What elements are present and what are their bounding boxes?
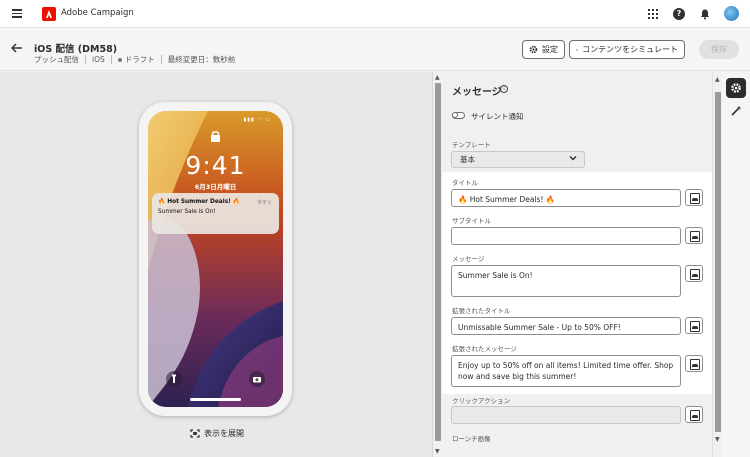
personalization-icon[interactable] <box>685 189 703 206</box>
title-label: タイトル <box>452 179 478 187</box>
delivery-channel: iOS <box>92 55 105 64</box>
last-modified: 最終変更日：数秒前 <box>167 55 236 64</box>
extended-message-field[interactable]: Enjoy up to 50% off on all items! Limite… <box>451 355 681 387</box>
personalization-icon[interactable] <box>685 227 703 244</box>
extended-title-field[interactable]: Unmissable Summer Sale - Up to 50% OFF! <box>451 317 681 335</box>
preview-pane: ▮▮▮ ◠ ▭ 9:41 6月3日月曜日 🔥 Hot Summer Deals!… <box>0 72 432 457</box>
status-dot <box>117 58 122 62</box>
page-header: iOS 配信 (DM58) プッシュ配信 iOS ドラフト 最終変更日：数秒前 … <box>0 28 750 71</box>
lock-time: 9:41 <box>185 151 246 180</box>
panel-scrollbar[interactable]: ▲ ▼ <box>712 72 722 457</box>
magic-wand-icon[interactable] <box>726 101 746 121</box>
scroll-up-icon[interactable]: ▲ <box>435 74 440 81</box>
save-button[interactable]: 保存 <box>699 40 739 59</box>
settings-gear-icon[interactable] <box>726 78 746 98</box>
extended-title-label: 拡張されたタイトル <box>452 307 511 315</box>
preview-scrollbar[interactable]: ▲ ▼ <box>432 72 442 457</box>
title-field[interactable]: 🔥 Hot Summer Deals! 🔥 <box>451 189 681 207</box>
back-arrow-icon[interactable] <box>10 43 23 56</box>
section-title: メッセージ <box>452 87 502 98</box>
scrollbar-thumb[interactable] <box>435 83 441 441</box>
message-panel: メッセージ i サイレント通知 テンプレート 基本 タイトル 🔥 Hot Sum… <box>443 72 712 457</box>
subtitle-label: サブタイトル <box>452 217 491 225</box>
menu-icon[interactable] <box>12 9 22 18</box>
message-field[interactable]: Summer Sale is On! <box>451 265 681 297</box>
top-bar: Adobe Campaign ? <box>0 0 750 28</box>
chevron-down-icon <box>569 154 577 164</box>
lock-icon <box>210 130 221 142</box>
launch-image-label: ローンチ画像 <box>452 435 491 443</box>
scrollbar-thumb[interactable] <box>715 92 721 432</box>
notification-time: 今すぐ <box>256 200 272 206</box>
silent-notification-toggle[interactable] <box>452 112 465 119</box>
delivery-meta: プッシュ配信 iOS ドラフト 最終変更日：数秒前 <box>34 54 235 65</box>
template-value: 基本 <box>460 155 475 164</box>
page-title: iOS 配信 (DM58) <box>34 44 118 55</box>
divider <box>85 55 86 64</box>
status-badge: ドラフト <box>117 54 155 65</box>
apps-grid-icon[interactable] <box>647 8 659 20</box>
adobe-logo-icon <box>42 7 56 21</box>
template-label: テンプレート <box>452 141 491 149</box>
extended-message-label: 拡張されたメッセージ <box>452 345 517 353</box>
camera-icon <box>249 371 265 387</box>
bell-icon[interactable] <box>699 8 711 20</box>
expand-icon <box>190 429 200 438</box>
settings-button[interactable]: 設定 <box>522 40 565 59</box>
gear-icon <box>529 45 538 54</box>
personalization-icon[interactable] <box>685 406 703 423</box>
silent-notification-label: サイレント通知 <box>471 112 524 121</box>
personalization-icon[interactable] <box>685 355 703 372</box>
divider <box>110 55 112 64</box>
template-select[interactable]: 基本 <box>451 151 585 168</box>
personalization-icon[interactable] <box>685 265 703 282</box>
expand-view-label: 表示を展開 <box>204 429 244 438</box>
notification-title: 🔥 Hot Summer Deals! 🔥 <box>158 199 241 205</box>
right-rail <box>722 72 750 457</box>
status-bar-icons: ▮▮▮ ◠ ▭ <box>243 117 271 123</box>
simulate-icon <box>576 48 579 51</box>
scroll-down-icon[interactable]: ▼ <box>715 436 720 443</box>
simulate-label: コンテンツをシミュレート <box>582 45 678 54</box>
scroll-up-icon[interactable]: ▲ <box>715 76 720 83</box>
push-notification-preview: 🔥 Hot Summer Deals! 🔥 今すぐ Summer Sale is… <box>152 193 279 234</box>
simulate-content-button[interactable]: コンテンツをシミュレート <box>569 40 685 59</box>
lock-date: 6月3日月曜日 <box>194 183 237 191</box>
click-action-field[interactable] <box>451 406 681 424</box>
divider <box>160 55 162 64</box>
avatar[interactable] <box>724 6 739 21</box>
notification-body: Summer Sale is On! <box>158 209 216 215</box>
message-label: メッセージ <box>452 255 485 263</box>
info-icon[interactable]: i <box>500 85 508 93</box>
expand-view-button[interactable]: 表示を展開 <box>190 428 244 439</box>
settings-label: 設定 <box>542 45 558 54</box>
delivery-type: プッシュ配信 <box>34 55 79 64</box>
home-indicator <box>190 398 241 401</box>
personalization-icon[interactable] <box>685 317 703 334</box>
flashlight-icon <box>166 371 182 387</box>
lock-screen: ▮▮▮ ◠ ▭ 9:41 6月3日月曜日 🔥 Hot Summer Deals!… <box>148 111 283 407</box>
help-icon[interactable]: ? <box>673 8 685 20</box>
subtitle-field[interactable] <box>451 227 681 245</box>
app-name: Adobe Campaign <box>61 8 134 18</box>
status-text: ドラフト <box>124 55 155 64</box>
scroll-down-icon[interactable]: ▼ <box>435 448 440 455</box>
click-action-label: クリックアクション <box>452 397 511 405</box>
phone-mockup: ▮▮▮ ◠ ▭ 9:41 6月3日月曜日 🔥 Hot Summer Deals!… <box>139 102 292 416</box>
